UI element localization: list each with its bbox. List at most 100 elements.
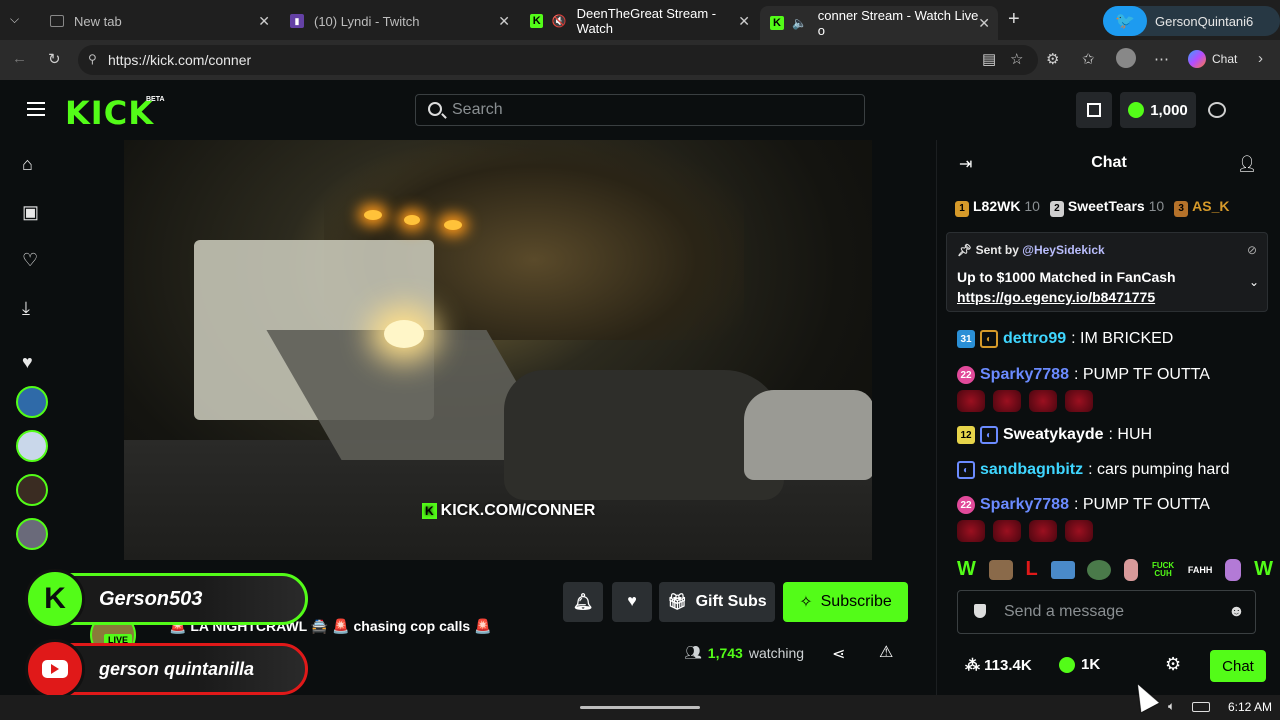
kicks-balance-button[interactable]: 1,000 bbox=[1120, 92, 1196, 128]
followed-heart-icon[interactable]: ♥ bbox=[22, 352, 33, 373]
url-field[interactable]: ⚲ https://kick.com/conner bbox=[78, 45, 1038, 75]
chat-username[interactable]: Sparky7788 bbox=[980, 366, 1069, 384]
kick-logo-icon: K bbox=[422, 503, 437, 519]
close-icon[interactable]: ✕ bbox=[258, 13, 270, 30]
emote-fahh[interactable]: FAHH bbox=[1188, 565, 1213, 575]
subscribe-button[interactable]: ✧ Subscribe bbox=[783, 582, 908, 622]
sidebar-toggle-icon[interactable]: › bbox=[1258, 50, 1263, 67]
close-icon[interactable]: ✕ bbox=[498, 13, 510, 30]
share-icon[interactable]: ⋖ bbox=[832, 644, 845, 664]
tab-list-chevron-icon[interactable]: ⌵ bbox=[10, 12, 19, 27]
emote-finger-icon[interactable] bbox=[1124, 558, 1139, 581]
hamburger-menu-icon[interactable] bbox=[27, 102, 45, 116]
og-badge-icon: ◐ bbox=[980, 426, 998, 444]
tab-label: conner Stream - Watch Live o bbox=[817, 8, 979, 38]
profile-avatar-icon[interactable] bbox=[1116, 48, 1136, 68]
tab-deenthegreat[interactable]: K 🔇 DeenTheGreat Stream - Watch ✕ bbox=[520, 6, 758, 36]
chat-username[interactable]: sandbagnbitz bbox=[980, 461, 1083, 479]
chat-users-icon[interactable]: 👤︎ bbox=[1237, 154, 1257, 174]
system-clock[interactable]: 6:12 AM bbox=[1228, 700, 1272, 714]
chat-message: 22 Sparky7788: PUMP TF OUTTA bbox=[957, 366, 1210, 384]
followed-channel-avatar[interactable] bbox=[16, 430, 48, 462]
notifications-button[interactable]: 🔔︎ bbox=[563, 582, 603, 622]
star-icon: ✧ bbox=[799, 594, 813, 611]
chat-panel: ⇥ Chat 👤︎ 1 L82WK 10 2 SweetTears 10 3 AS_K… bbox=[936, 140, 1280, 695]
emote-cat-icon[interactable] bbox=[1225, 558, 1242, 581]
emote-w[interactable]: W bbox=[957, 558, 976, 581]
kicks-coin-icon bbox=[1128, 102, 1145, 118]
chat-username[interactable]: dettro99 bbox=[1003, 330, 1066, 348]
chat-settings-gear-icon[interactable]: ⚙ bbox=[1165, 654, 1181, 675]
extensions-icon[interactable]: ⚙ bbox=[1046, 50, 1059, 68]
followed-channel-avatar[interactable] bbox=[16, 474, 48, 506]
download-icon[interactable]: ⤓ bbox=[22, 298, 30, 319]
chat-footer: ⁂ 113.4K 1K ⚙ Chat bbox=[957, 650, 1275, 682]
browse-button[interactable] bbox=[1076, 92, 1112, 128]
pinned-link[interactable]: https://go.egency.io/b8471775 bbox=[957, 289, 1155, 305]
close-icon[interactable]: ✕ bbox=[738, 13, 750, 30]
leader-entry: 2 SweetTears 10 bbox=[1049, 198, 1164, 217]
reload-icon[interactable]: ↻ bbox=[48, 50, 61, 68]
site-info-icon[interactable]: ⚲ bbox=[88, 52, 97, 66]
emote-w[interactable]: W bbox=[1254, 558, 1273, 581]
emote-l[interactable]: L bbox=[1026, 558, 1038, 581]
emoji-icon[interactable]: ☻ bbox=[1228, 603, 1245, 621]
favorites-icon[interactable]: ✩ bbox=[1082, 50, 1095, 68]
copilot-chat-button[interactable]: Chat bbox=[1188, 50, 1237, 68]
follow-button[interactable]: ♥ bbox=[612, 582, 652, 622]
video-player[interactable]: K KICK.COM/CONNER bbox=[124, 140, 872, 560]
hide-pin-icon[interactable]: ⊘ bbox=[1247, 243, 1257, 257]
following-heart-icon[interactable]: ♡ bbox=[22, 250, 38, 271]
volume-icon[interactable]: 🔈︎ bbox=[1168, 699, 1175, 714]
favorite-star-icon[interactable]: ☆ bbox=[1010, 50, 1023, 68]
tab-new-tab[interactable]: New tab ✕ bbox=[40, 6, 278, 36]
home-icon[interactable]: ⌂ bbox=[22, 154, 33, 175]
gift-subs-label: Gift Subs bbox=[695, 593, 767, 610]
chevron-down-icon[interactable]: ⌄ bbox=[1249, 275, 1259, 289]
close-icon[interactable]: ✕ bbox=[978, 15, 990, 32]
browse-icon[interactable]: ▣ bbox=[22, 202, 39, 223]
followed-channel-avatar[interactable] bbox=[16, 518, 48, 550]
chat-username[interactable]: Sparky7788 bbox=[980, 496, 1069, 514]
chat-message-input[interactable]: Send a message ☻ bbox=[957, 590, 1256, 634]
battery-icon[interactable] bbox=[1192, 702, 1210, 712]
twitter-profile-pill[interactable]: 🐦 GersonQuintani6 bbox=[1103, 6, 1280, 36]
emote-face-icon[interactable] bbox=[1087, 559, 1112, 580]
tab-twitch[interactable]: ▮ (10) Lyndi - Twitch ✕ bbox=[280, 6, 518, 36]
sub-badge: 31 bbox=[957, 330, 975, 348]
tab-label: DeenTheGreat Stream - Watch bbox=[576, 6, 717, 36]
chat-message: ◐ sandbagnbitz: cars pumping hard bbox=[957, 461, 1230, 479]
chat-input-placeholder: Send a message bbox=[1004, 603, 1125, 620]
new-tab-button[interactable]: + bbox=[1008, 8, 1020, 31]
chat-send-button[interactable]: Chat bbox=[1210, 650, 1266, 682]
chat-message: 22 Sparky7788: PUMP TF OUTTA bbox=[957, 496, 1210, 514]
reader-mode-icon[interactable]: ▤ bbox=[982, 50, 996, 68]
user-menu-icon[interactable] bbox=[1208, 102, 1226, 118]
back-icon[interactable]: ← bbox=[12, 50, 27, 67]
kick-logo[interactable]: KICK bbox=[65, 94, 154, 132]
speaker-icon[interactable]: 🔈 bbox=[792, 15, 808, 31]
gift-subs-button[interactable]: 🎁︎ Gift Subs bbox=[659, 582, 775, 622]
chat-username[interactable]: Sweatykayde bbox=[1003, 426, 1104, 444]
emote-face-icon[interactable] bbox=[988, 559, 1013, 580]
muted-speaker-icon[interactable]: 🔇 bbox=[551, 13, 567, 29]
search-input[interactable]: Search bbox=[415, 94, 865, 126]
sub-badge: 22 bbox=[957, 366, 975, 384]
followed-channel-avatar[interactable] bbox=[16, 386, 48, 418]
youtube-play-icon bbox=[25, 639, 85, 699]
kick-k-icon: K bbox=[25, 569, 85, 629]
emote-row bbox=[957, 520, 1093, 542]
emote-image-icon[interactable] bbox=[1050, 560, 1075, 579]
chat-message: 31 ◐ dettro99: IM BRICKED bbox=[957, 330, 1173, 348]
heart-icon: ♥ bbox=[627, 593, 637, 610]
tab-conner[interactable]: K 🔈 conner Stream - Watch Live o ✕ bbox=[760, 6, 998, 40]
sub-badge: 12 bbox=[957, 426, 975, 444]
emote-fuck-cuh[interactable]: FUCK CUH bbox=[1151, 561, 1175, 578]
taskbar-handle[interactable] bbox=[580, 706, 700, 709]
kick-favicon-icon: K bbox=[770, 16, 784, 30]
beta-label: BETA bbox=[146, 96, 165, 103]
tab-label: New tab bbox=[74, 13, 122, 29]
more-menu-icon[interactable]: ⋯ bbox=[1154, 50, 1169, 68]
report-warning-icon[interactable]: ⚠ bbox=[879, 642, 893, 662]
video-scene-beacon bbox=[364, 210, 382, 220]
